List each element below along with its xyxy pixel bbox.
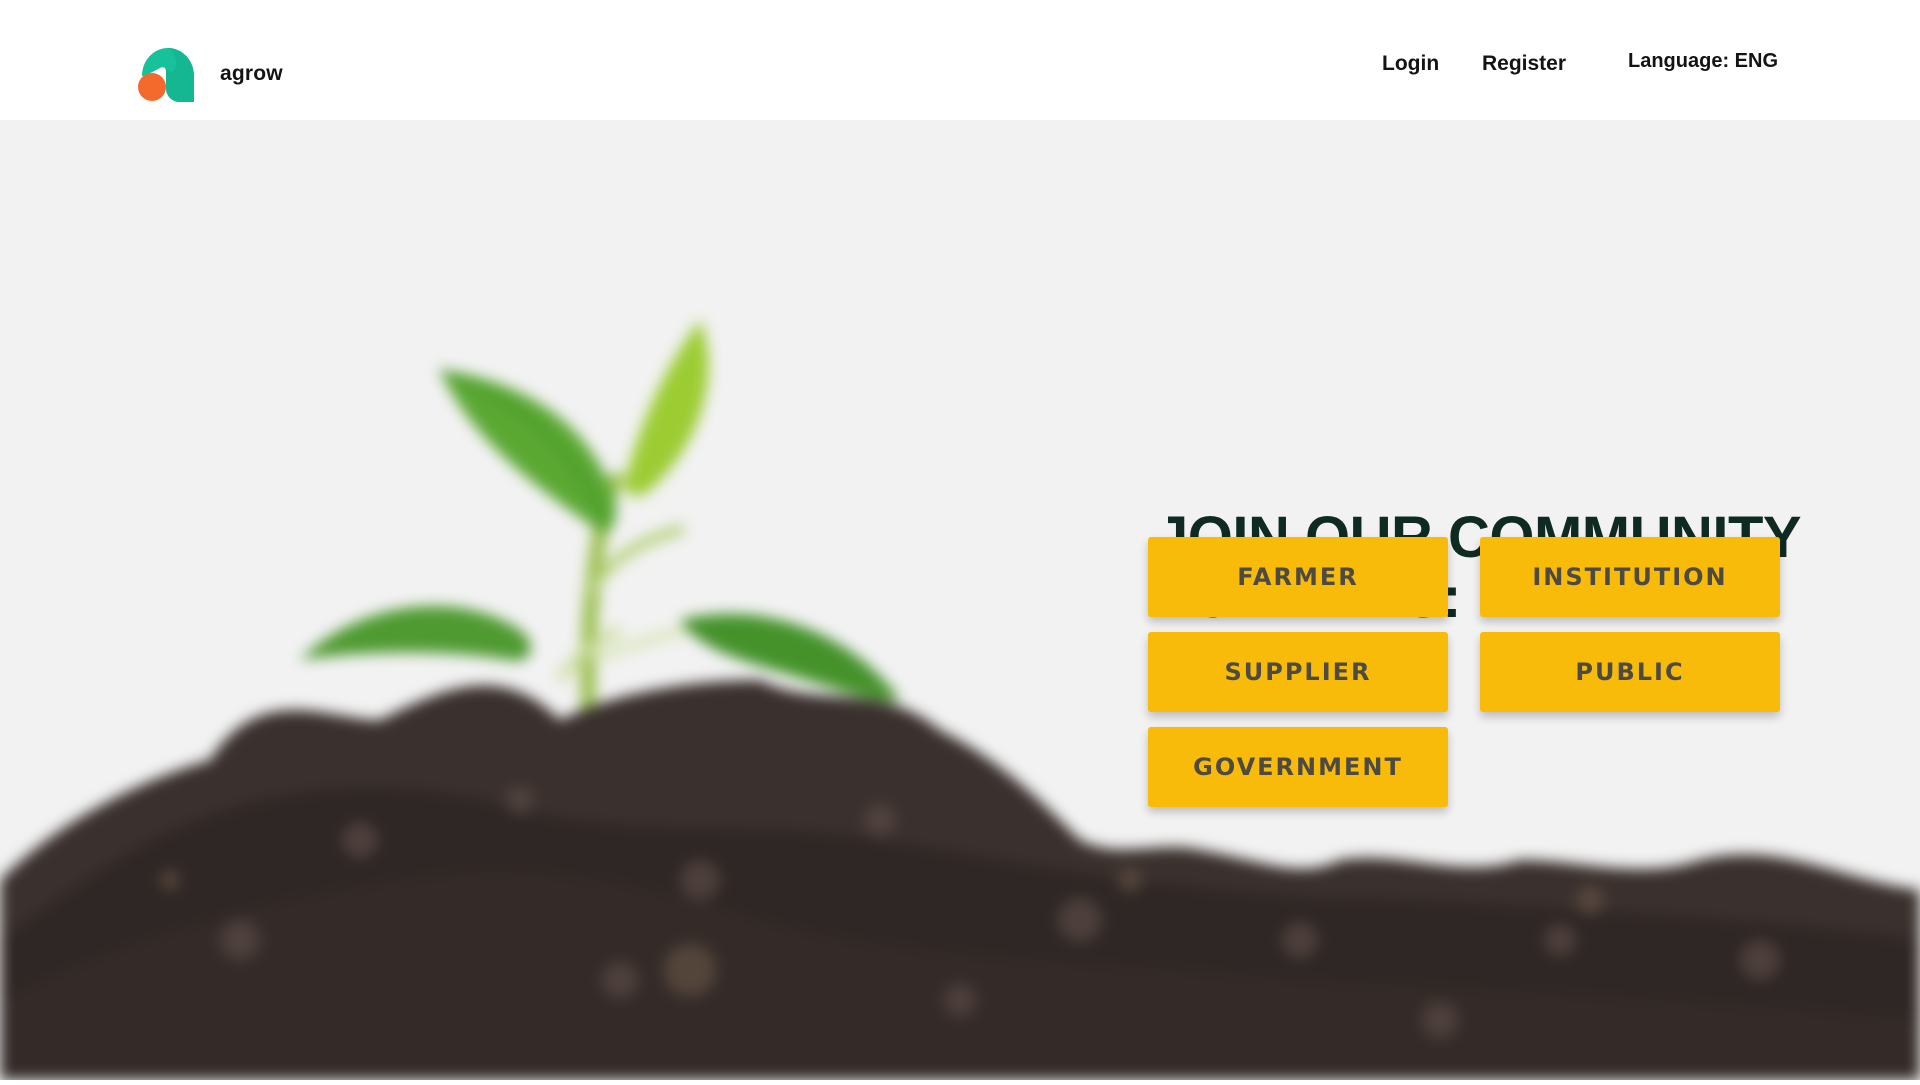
- language-selector[interactable]: Language: ENG: [1628, 50, 1778, 82]
- role-public-button[interactable]: PUBLIC: [1480, 632, 1780, 712]
- nav-register-link[interactable]: Register: [1482, 52, 1566, 84]
- role-farmer-button[interactable]: FARMER: [1148, 537, 1448, 617]
- role-institution-button[interactable]: INSTITUTION: [1480, 537, 1780, 617]
- role-supplier-button[interactable]: SUPPLIER: [1148, 632, 1448, 712]
- site-header: agrow Login Register Language: ENG: [0, 0, 1920, 120]
- nav-login-link[interactable]: Login: [1382, 52, 1439, 84]
- agrow-logo-icon: [138, 46, 194, 102]
- page-bottom-edge: [0, 1080, 1920, 1085]
- brand-name: agrow: [220, 62, 283, 85]
- brand-logo-link[interactable]: agrow: [138, 46, 283, 102]
- role-government-button[interactable]: GOVERNMENT: [1148, 727, 1448, 807]
